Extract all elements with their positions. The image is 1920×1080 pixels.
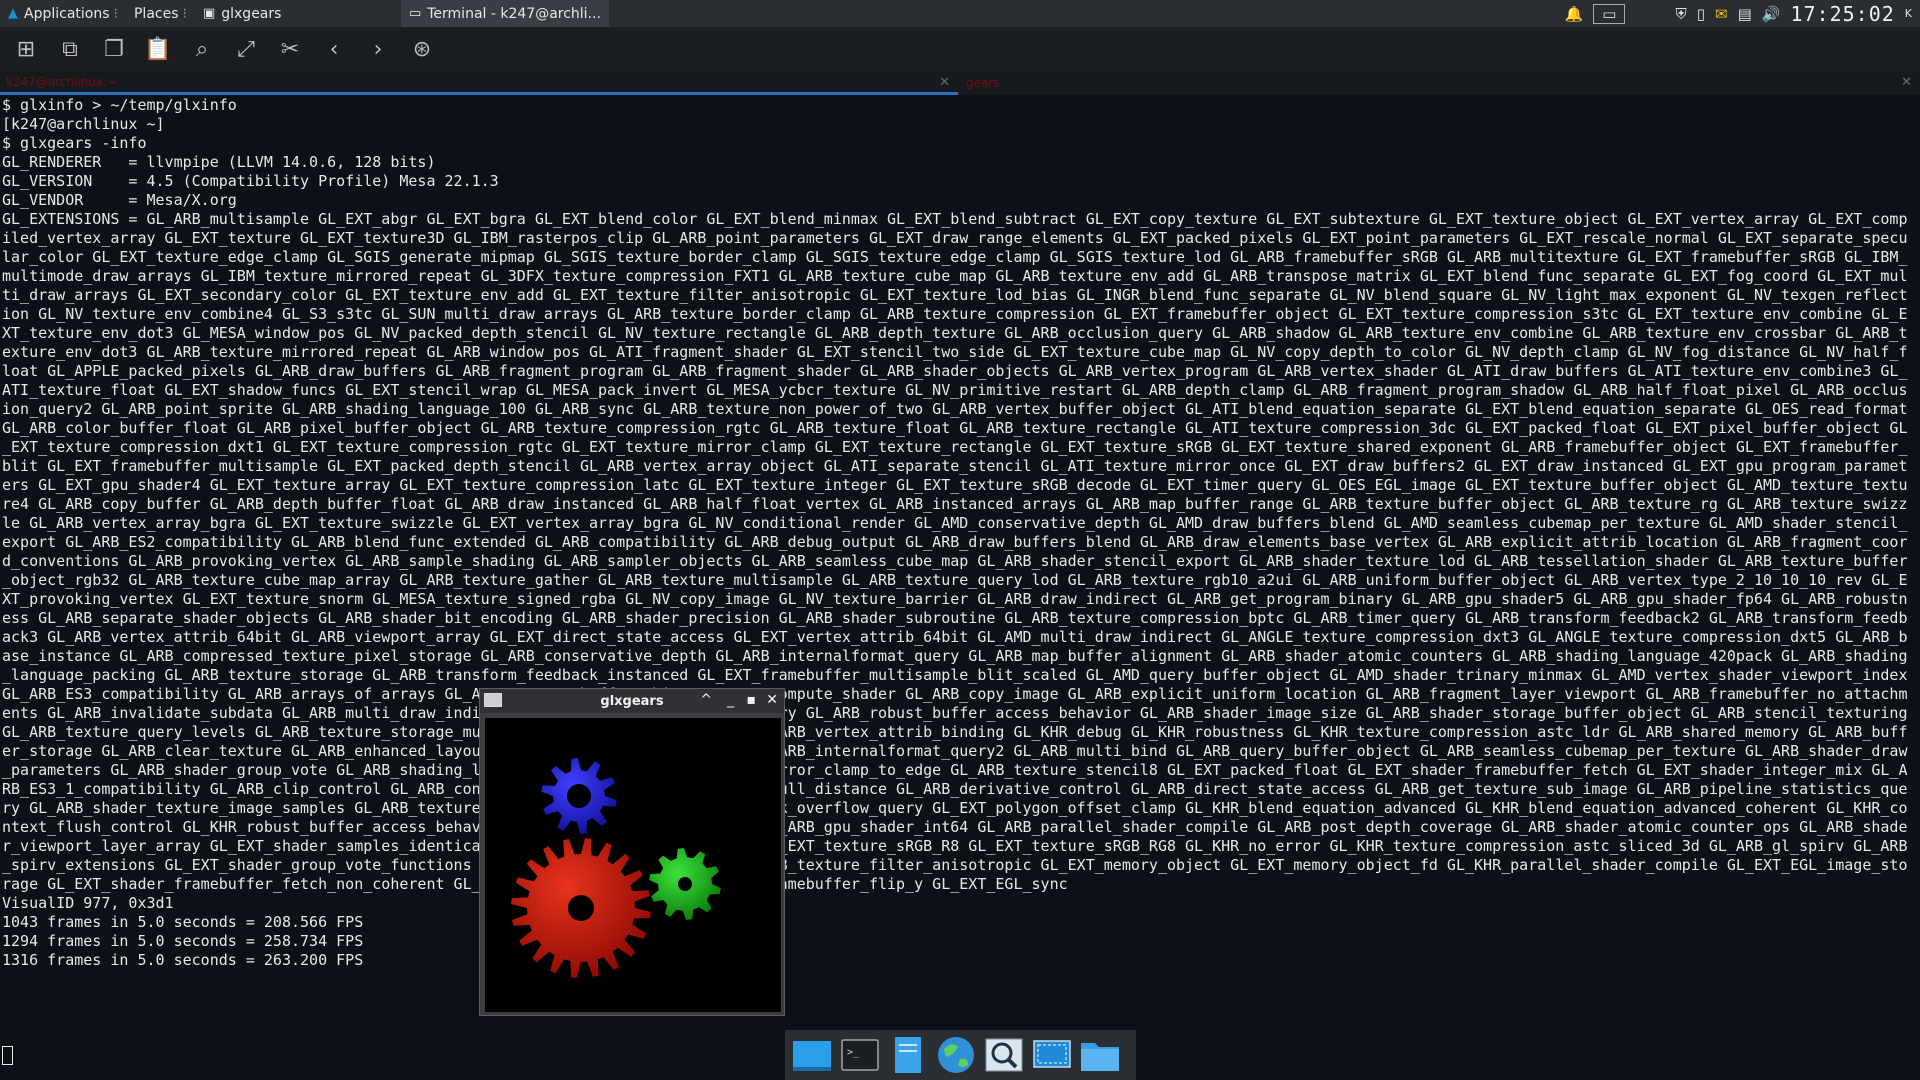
terminal-line: 1294 frames in 5.0 seconds = 258.734 FPS	[2, 932, 364, 950]
forward-icon[interactable]: ›	[364, 35, 392, 63]
new-tab-icon[interactable]: ⊞	[12, 35, 40, 63]
screenshot-icon[interactable]	[1031, 1034, 1073, 1076]
tab-gears[interactable]: gears ✕	[958, 71, 1920, 95]
close-icon[interactable]: ✕	[766, 692, 778, 708]
gears-render	[511, 758, 721, 978]
show-desktop-icon[interactable]	[791, 1034, 833, 1076]
applications-label: Applications	[24, 5, 110, 22]
search-icon[interactable]: ⌕	[188, 35, 216, 63]
terminal-line: GL_VENDOR = Mesa/X.org	[2, 191, 237, 209]
terminal-line: 1316 frames in 5.0 seconds = 263.200 FPS	[2, 951, 364, 969]
text-cursor	[2, 1046, 13, 1065]
tab-label: k247@archlinux:~	[6, 74, 118, 89]
volume-icon[interactable]: 🔊	[1762, 5, 1781, 23]
tab-label: gears	[966, 76, 1000, 90]
window-icon	[484, 693, 502, 707]
help-icon[interactable]: ⊛	[408, 35, 436, 63]
back-icon[interactable]: ‹	[320, 35, 348, 63]
gears-canvas[interactable]	[485, 718, 781, 1012]
terminal-icon[interactable]: >_	[839, 1034, 881, 1076]
mail-icon[interactable]: ✉	[1715, 5, 1728, 23]
terminal-line: GL_VERSION = 4.5 (Compatibility Profile)…	[2, 172, 499, 190]
glxgears-window[interactable]: glxgears ^ _ ▪ ✕	[479, 688, 785, 1016]
applications-menu[interactable]: ▲ Applications ⁝	[0, 0, 126, 27]
terminal-line: [k247@archlinux ~]	[2, 115, 165, 133]
workspace-switcher-icon[interactable]: ▭	[1593, 3, 1626, 24]
fullscreen-icon[interactable]: ⤢	[232, 35, 260, 63]
preferences-icon[interactable]: ✂	[276, 35, 304, 63]
top-panel: ▲ Applications ⁝ Places ⁝ ▣ glxgears ▭ T…	[0, 0, 1920, 27]
shade-icon[interactable]: ^	[700, 692, 712, 708]
window-icon: ▣	[202, 6, 216, 21]
shield-icon[interactable]: ⛨	[1675, 5, 1686, 23]
green-gear	[649, 848, 721, 920]
terminal-text: $ glxinfo > ~/temp/glxinfo [k247@archlin…	[0, 96, 1912, 970]
close-icon[interactable]: ✕	[1901, 75, 1912, 90]
gear-green-hole	[678, 877, 692, 891]
terminal-line: VisualID 977, 0x3d1	[2, 894, 174, 912]
terminal-output[interactable]: $ glxinfo > ~/temp/glxinfo [k247@archlin…	[0, 96, 1920, 1080]
terminal-icon: ▭	[408, 6, 422, 21]
red-gear	[511, 838, 651, 978]
minimize-icon[interactable]: _	[727, 692, 734, 708]
taskbar-item-terminal[interactable]: ▭ Terminal - k247@archli...	[400, 0, 609, 27]
terminal-toolbar: ⊞ ⧉ ❐ 📋 ⌕ ⤢ ✂ ‹ › ⊛	[0, 27, 1920, 71]
dock: >_	[785, 1030, 1136, 1080]
tab-shell[interactable]: k247@archlinux:~ ✕	[0, 71, 958, 95]
copy-icon[interactable]: ❐	[100, 35, 128, 63]
window-titlebar[interactable]: glxgears ^ _ ▪ ✕	[480, 689, 784, 713]
menu-separator-icon: ⁝	[182, 5, 187, 22]
session-menu-icon[interactable]: K	[1905, 7, 1912, 20]
taskbar-item-glxgears[interactable]: ▣ glxgears	[195, 0, 401, 27]
network-icon[interactable]: ▤	[1738, 5, 1752, 23]
menu-separator-icon: ⁝	[113, 5, 118, 22]
gear-blue-hole	[567, 784, 591, 808]
web-browser-icon[interactable]	[935, 1034, 977, 1076]
svg-text:>_: >_	[847, 1047, 860, 1058]
taskbar-item-label: Terminal - k247@archli...	[427, 5, 601, 22]
terminal-line: GL_RENDERER = llvmpipe (LLVM 14.0.6, 128…	[2, 153, 436, 171]
new-window-icon[interactable]: ⧉	[56, 35, 84, 63]
window-title: glxgears	[600, 693, 664, 709]
folder-icon[interactable]	[1079, 1034, 1121, 1076]
terminal-line: $ glxgears -info	[2, 134, 147, 152]
terminal-line: GL_EXTENSIONS = GL_ARB_multisample GL_EX…	[2, 210, 1908, 893]
arch-logo-icon: ▲	[8, 6, 18, 21]
places-label: Places	[133, 5, 179, 22]
places-menu[interactable]: Places ⁝	[126, 0, 195, 27]
maximize-icon[interactable]: ▪	[747, 692, 757, 708]
terminal-line: 1043 frames in 5.0 seconds = 208.566 FPS	[2, 913, 364, 931]
taskbar-item-label: glxgears	[221, 5, 282, 22]
clipboard-icon[interactable]: ▯	[1697, 5, 1705, 23]
terminal-line: $ glxinfo > ~/temp/glxinfo	[2, 96, 237, 114]
app-finder-icon[interactable]	[983, 1034, 1025, 1076]
blue-gear	[541, 758, 617, 834]
gear-red-hole	[568, 895, 594, 921]
paste-icon[interactable]: 📋	[144, 35, 172, 63]
file-manager-icon[interactable]	[887, 1034, 929, 1076]
system-tray: 🔔 ▭ ⛨ ▯ ✉ ▤ 🔊 17:25:02 K	[1565, 0, 1920, 27]
terminal-tab-bar: k247@archlinux:~ ✕ gears ✕	[0, 71, 1920, 95]
close-icon[interactable]: ✕	[939, 75, 950, 90]
notification-bell-icon[interactable]: 🔔	[1565, 5, 1584, 23]
clock[interactable]: 17:25:02	[1790, 2, 1894, 26]
